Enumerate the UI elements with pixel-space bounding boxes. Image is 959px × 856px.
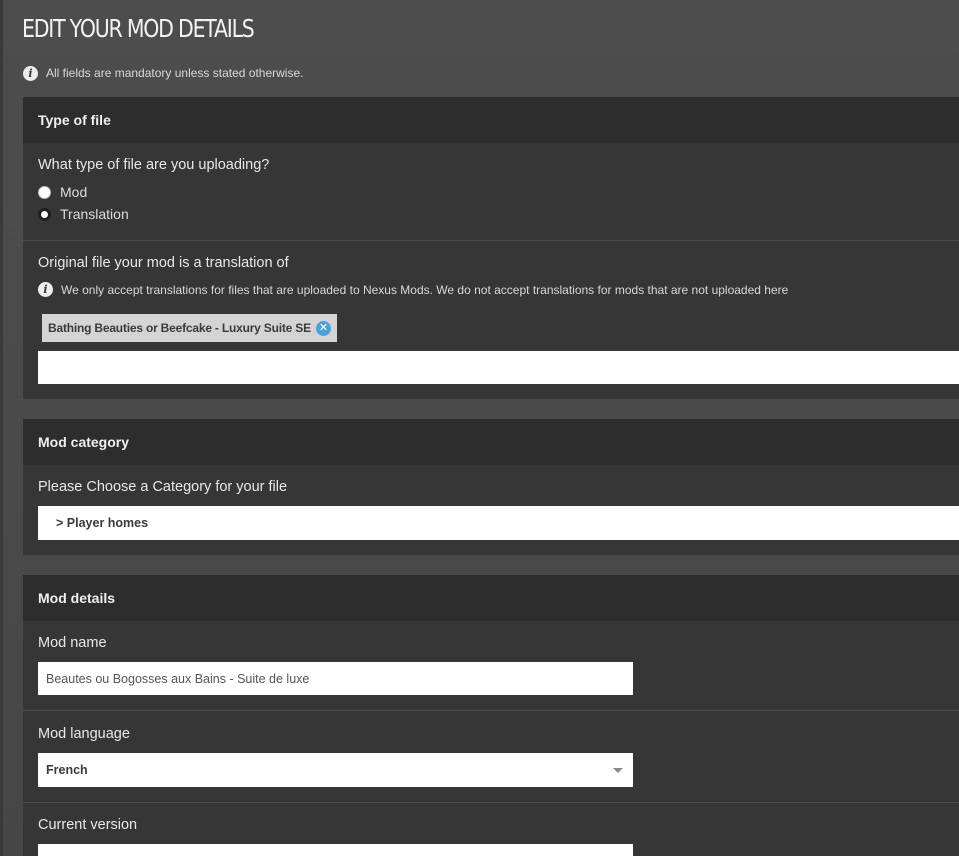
radio-mod-label: Mod <box>60 184 88 200</box>
category-label: Please Choose a Category for your file <box>38 479 288 495</box>
section-divider <box>23 240 959 241</box>
mod-details-header: Mod details <box>23 575 959 621</box>
selected-file-tag-label: Bathing Beauties or Beefcake - Luxury Su… <box>48 321 311 335</box>
radio-translation[interactable] <box>38 207 51 221</box>
radio-option-translation[interactable]: Translation <box>38 205 129 223</box>
mod-category-section: Mod category Please Choose a Category fo… <box>23 419 959 555</box>
type-of-file-header: Type of file <box>23 97 959 143</box>
current-version-input[interactable] <box>38 844 633 856</box>
chevron-down-icon <box>613 768 623 773</box>
file-type-question: What type of file are you uploading? <box>38 157 270 173</box>
section-divider <box>23 802 959 803</box>
original-file-info-text: We only accept translations for files th… <box>61 282 789 297</box>
mod-name-value: Beautes ou Bogosses aux Bains - Suite de… <box>46 671 310 686</box>
mod-language-label: Mod language <box>38 726 130 742</box>
close-circle-icon[interactable]: ✕ <box>315 320 331 336</box>
current-version-label: Current version <box>38 817 138 833</box>
mod-details-section: Mod details Mod name Beautes ou Bogosses… <box>23 575 959 856</box>
mandatory-notice-text: All fields are mandatory unless stated o… <box>46 66 304 80</box>
mod-name-input[interactable]: Beautes ou Bogosses aux Bains - Suite de… <box>38 662 633 695</box>
radio-option-mod[interactable]: Mod <box>38 183 87 201</box>
info-icon: i <box>38 282 53 297</box>
left-edge-bar <box>0 0 3 856</box>
mandatory-notice: i All fields are mandatory unless stated… <box>23 65 303 81</box>
type-of-file-header-text: Type of file <box>38 112 111 128</box>
selected-file-tag: Bathing Beauties or Beefcake - Luxury Su… <box>42 314 337 342</box>
info-icon: i <box>23 65 38 81</box>
original-file-search-input[interactable] <box>38 351 959 384</box>
mod-category-header: Mod category <box>23 419 959 465</box>
original-file-info: i We only accept translations for files … <box>38 282 788 297</box>
edit-mod-page: EDIT YOUR MOD DETAILS i All fields are m… <box>0 0 959 856</box>
mod-language-value: French <box>46 763 88 777</box>
mod-category-header-text: Mod category <box>38 434 130 450</box>
radio-translation-label: Translation <box>60 206 129 222</box>
mod-name-label: Mod name <box>38 635 107 651</box>
mod-details-header-text: Mod details <box>38 590 116 606</box>
section-divider <box>23 710 959 711</box>
page-title: EDIT YOUR MOD DETAILS <box>22 14 255 43</box>
category-select[interactable]: > Player homes <box>38 506 959 540</box>
original-file-label: Original file your mod is a translation … <box>38 255 289 271</box>
type-of-file-section: Type of file What type of file are you u… <box>23 97 959 399</box>
category-selected-value: > Player homes <box>56 516 149 530</box>
mod-language-select[interactable]: French <box>38 753 633 787</box>
radio-mod[interactable] <box>38 185 51 199</box>
